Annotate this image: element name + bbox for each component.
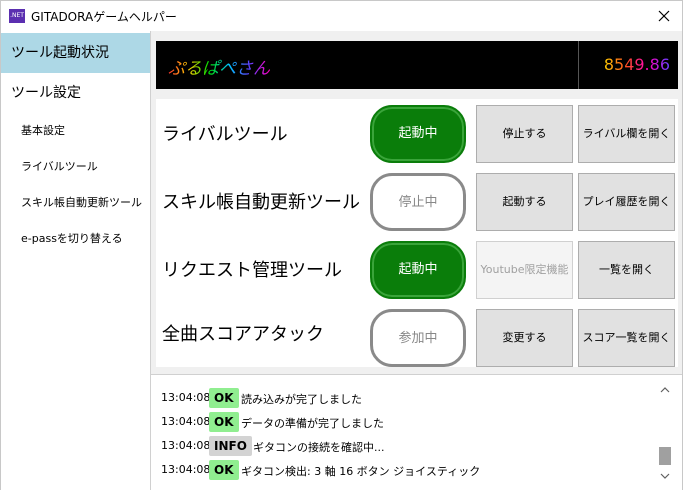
log-level-badge: INFO (209, 436, 252, 456)
log-time: 13:04:08 (161, 439, 211, 452)
chevron-up-icon[interactable] (660, 385, 670, 395)
close-icon (658, 10, 670, 22)
log-time: 13:04:08 (161, 463, 211, 476)
chevron-down-icon[interactable] (660, 471, 670, 481)
open-play-history-button[interactable]: プレイ履歴を開く (578, 173, 675, 231)
open-score-list-button[interactable]: スコア一覧を開く (578, 309, 675, 367)
log-message: 読み込みが完了しました (241, 393, 362, 406)
log-panel[interactable]: 13:04:08 OK 読み込みが完了しました 13:04:08 OK データの… (151, 374, 682, 490)
open-rival-list-button[interactable]: ライバル欄を開く (578, 105, 675, 163)
scroll-thumb[interactable] (659, 447, 671, 465)
status-badge: 停止中 (370, 173, 466, 231)
log-message: ギタコンの接続を確認中... (253, 441, 385, 454)
status-badge: 起動中 (370, 241, 466, 299)
stop-button[interactable]: 停止する (476, 105, 573, 163)
log-entry: 13:04:08 OK ギタコン検出: 3 軸 16 ボタン ジョイスティック (161, 460, 651, 480)
log-entry: 13:04:08 OK データの準備が完了しました (161, 412, 651, 432)
status-badge: 参加中 (370, 309, 466, 367)
log-level-badge: OK (209, 460, 239, 480)
log-scrollbar[interactable] (657, 385, 673, 485)
sidebar-item-skill-auto-update[interactable]: スキル帳自動更新ツール (1, 185, 150, 221)
tool-name: リクエスト管理ツール (162, 260, 342, 281)
dotnet-app-icon: .NET (9, 9, 25, 23)
tool-row-score-attack: 全曲スコアアタック 参加中 変更する スコア一覧を開く (156, 308, 678, 368)
tool-name: スキル帳自動更新ツール (162, 192, 360, 213)
tool-row-rival: ライバルツール 起動中 停止する ライバル欄を開く (156, 104, 678, 164)
log-level-badge: OK (209, 388, 239, 408)
window-title: GITADORAゲームヘルパー (31, 10, 177, 24)
header-divider (578, 41, 579, 89)
app-window: .NET GITADORAゲームヘルパー ツール起動状況 ツール設定 基本設定 … (0, 0, 683, 490)
player-header: ぷるぱぺさん 8549.86 (156, 41, 678, 89)
tool-row-request-manager: リクエスト管理ツール 起動中 Youtube限定機能 一覧を開く (156, 240, 678, 300)
log-level-badge: OK (209, 412, 239, 432)
sidebar-item-tool-settings[interactable]: ツール設定 (1, 73, 150, 113)
title-bar[interactable]: .NET GITADORAゲームヘルパー (1, 1, 682, 31)
skill-value: 8549.86 (603, 55, 670, 74)
log-message: データの準備が完了しました (241, 417, 384, 430)
start-button[interactable]: 起動する (476, 173, 573, 231)
sidebar-item-basic-settings[interactable]: 基本設定 (1, 113, 150, 149)
log-entry: 13:04:08 OK 読み込みが完了しました (161, 388, 651, 408)
change-button[interactable]: 変更する (476, 309, 573, 367)
main-content: ぷるぱぺさん 8549.86 ライバルツール 起動中 停止する ライバル欄を開く… (151, 31, 682, 490)
log-message: ギタコン検出: 3 軸 16 ボタン ジョイスティック (241, 465, 481, 478)
sidebar-item-tool-status[interactable]: ツール起動状況 (1, 33, 150, 73)
youtube-only-button: Youtube限定機能 (476, 241, 573, 299)
close-button[interactable] (652, 5, 676, 27)
tool-row-skill-auto-update: スキル帳自動更新ツール 停止中 起動する プレイ履歴を開く (156, 172, 678, 232)
sidebar-item-epass-switch[interactable]: e-passを切り替える (1, 221, 150, 257)
log-time: 13:04:08 (161, 391, 211, 404)
tool-name: 全曲スコアアタック (162, 324, 324, 345)
sidebar-item-rival-tool[interactable]: ライバルツール (1, 149, 150, 185)
player-name: ぷるぱぺさん (168, 54, 270, 79)
sidebar: ツール起動状況 ツール設定 基本設定 ライバルツール スキル帳自動更新ツール e… (1, 31, 151, 490)
log-time: 13:04:08 (161, 415, 211, 428)
log-entry: 13:04:08 INFO ギタコンの接続を確認中... (161, 436, 651, 456)
tool-name: ライバルツール (162, 124, 288, 145)
open-list-button[interactable]: 一覧を開く (578, 241, 675, 299)
tools-panel: ライバルツール 起動中 停止する ライバル欄を開く スキル帳自動更新ツール 停止… (156, 99, 678, 367)
status-badge: 起動中 (370, 105, 466, 163)
